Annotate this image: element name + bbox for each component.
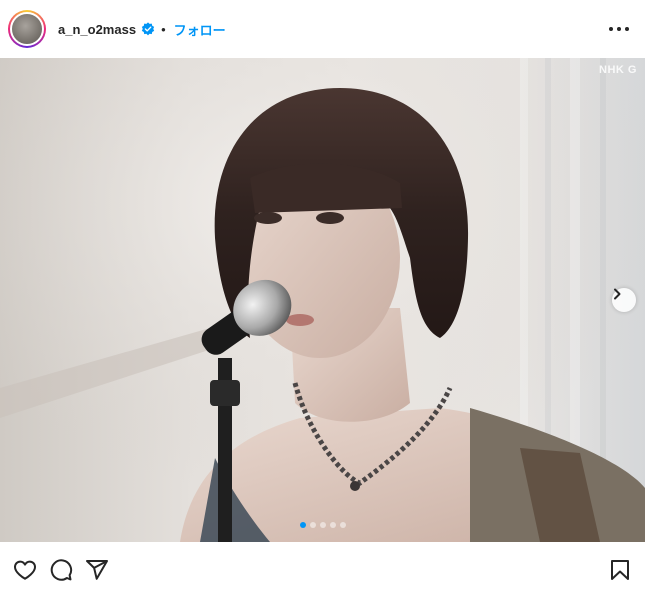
like-button[interactable] bbox=[12, 557, 38, 583]
chevron-right-icon bbox=[614, 288, 621, 300]
share-icon bbox=[86, 560, 108, 580]
follow-button[interactable]: フォロー bbox=[174, 20, 226, 39]
carousel-dot bbox=[339, 522, 346, 528]
carousel-next-button[interactable] bbox=[612, 288, 636, 312]
broadcast-watermark: NHK G bbox=[599, 64, 637, 76]
post-media[interactable]: NHK G bbox=[0, 58, 645, 542]
more-options-button[interactable] bbox=[607, 17, 631, 41]
carousel-dot bbox=[299, 522, 306, 528]
heart-icon bbox=[14, 560, 36, 580]
avatar-story-ring[interactable] bbox=[8, 10, 46, 48]
separator-dot: • bbox=[161, 21, 166, 37]
action-bar bbox=[0, 552, 645, 588]
post-header: a_n_o2mass • フォロー bbox=[0, 0, 645, 58]
bookmark-icon bbox=[611, 560, 629, 580]
comment-button[interactable] bbox=[48, 557, 74, 583]
save-button[interactable] bbox=[607, 557, 633, 583]
more-options-icon bbox=[609, 27, 629, 31]
avatar[interactable] bbox=[10, 12, 44, 46]
carousel-dot bbox=[329, 522, 336, 528]
carousel-dot bbox=[309, 522, 316, 528]
comment-icon bbox=[50, 559, 73, 581]
share-button[interactable] bbox=[84, 557, 110, 583]
post-photo bbox=[0, 58, 645, 542]
carousel-indicator bbox=[0, 522, 645, 528]
verified-badge-icon bbox=[141, 22, 155, 36]
username[interactable]: a_n_o2mass bbox=[58, 22, 136, 37]
carousel-dot bbox=[319, 522, 326, 528]
